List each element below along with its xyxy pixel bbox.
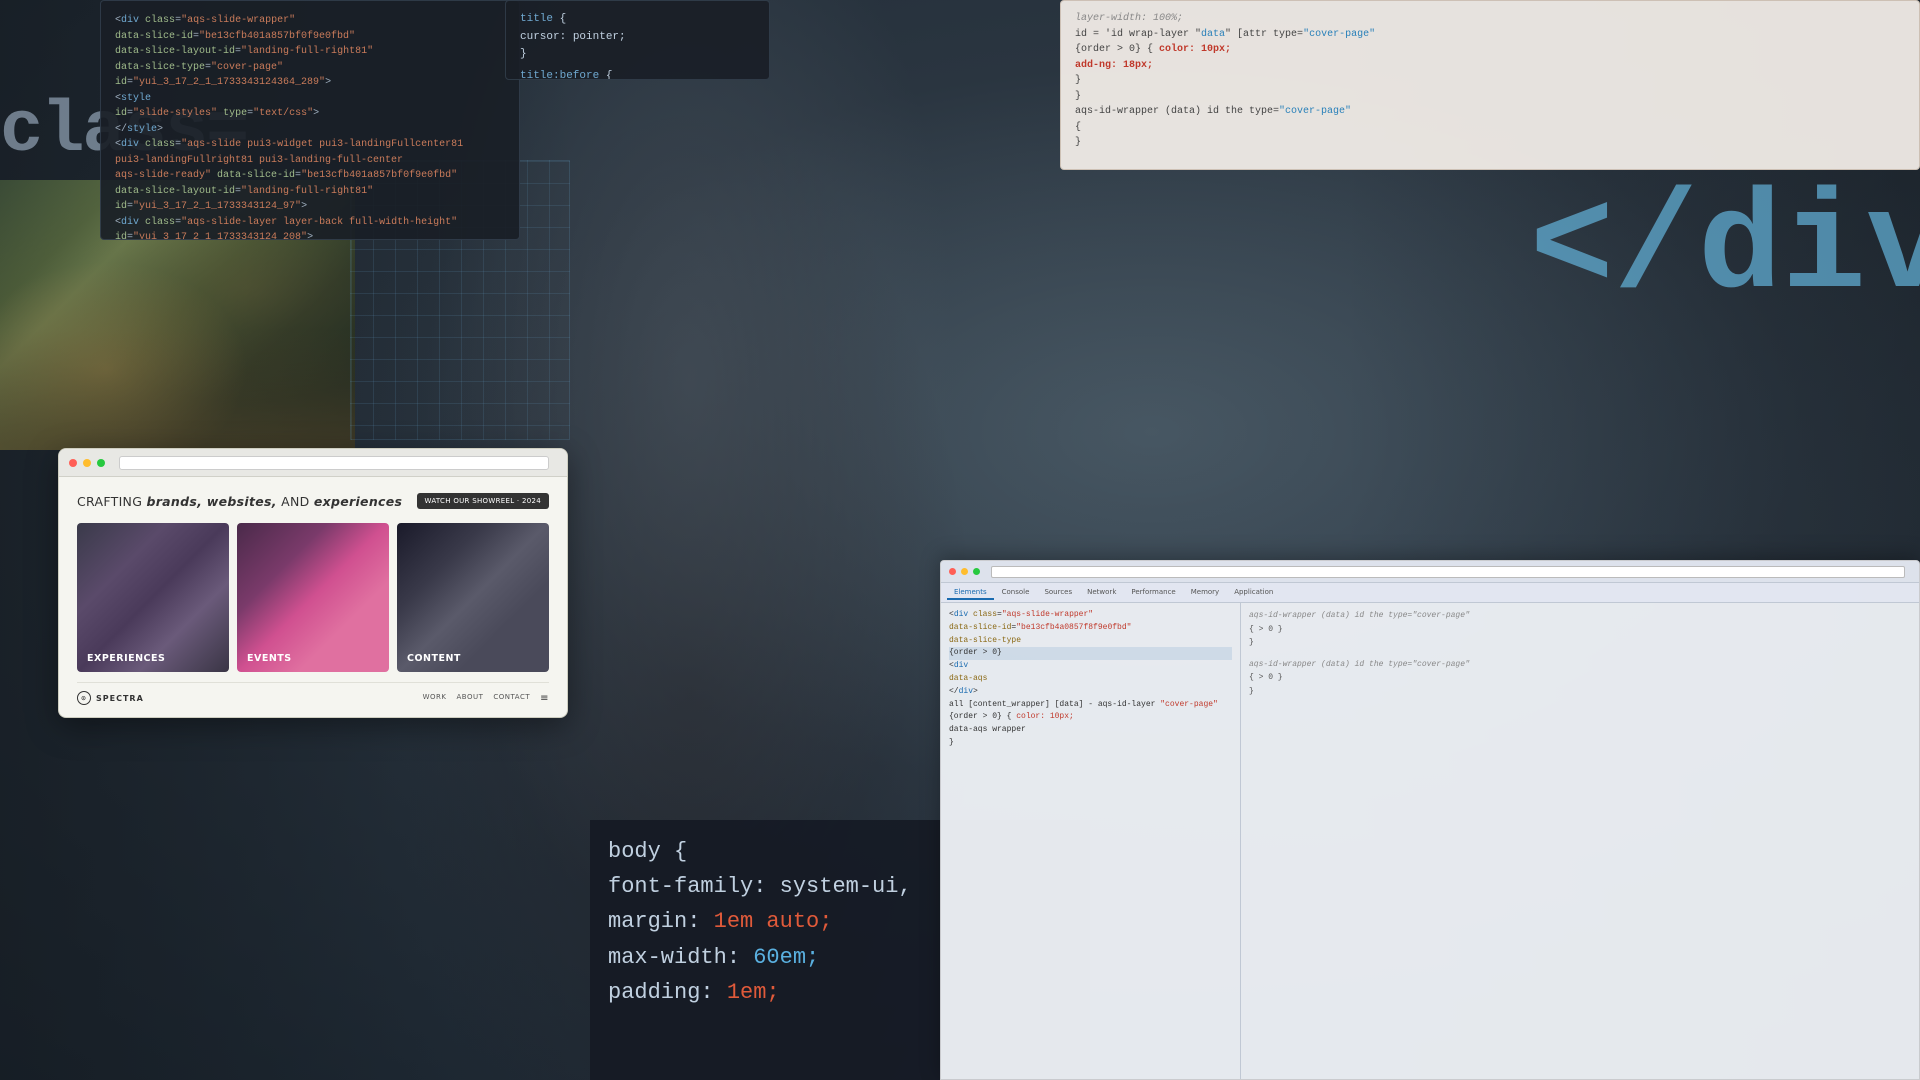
code-panel-top-center: title { cursor: pointer; } title:before … xyxy=(505,0,770,80)
website-mockup-panel[interactable]: CRAFTING brands, websites, AND experienc… xyxy=(58,448,568,718)
code-line: <style xyxy=(115,91,505,107)
devtools-dot-red xyxy=(949,568,956,575)
watch-showreel-button[interactable]: WATCH OUR SHOWREEL · 2024 xyxy=(417,493,550,509)
devtools-css-panel: aqs-id-wrapper (data) id the type="cover… xyxy=(1241,603,1919,1079)
code-line: { > 0 } xyxy=(1249,623,1911,637)
code-line: } xyxy=(1249,685,1911,699)
code-line: </style> xyxy=(115,122,505,138)
code-line: { > 0 } xyxy=(1249,671,1911,685)
devtools-html-panel: <div class="aqs-slide-wrapper" data-slic… xyxy=(941,603,1241,1079)
code-line: } xyxy=(1075,73,1905,89)
code-line: <div class="aqs-slide-wrapper" xyxy=(115,13,505,29)
code-line: layer-width: 100%; xyxy=(1075,11,1905,27)
code-line: </div> xyxy=(949,686,1232,699)
browser-dot-green xyxy=(97,459,105,467)
tab-memory[interactable]: Memory xyxy=(1184,586,1226,600)
code-line: { xyxy=(1075,120,1905,136)
nav-about[interactable]: ABOUT xyxy=(457,693,484,704)
code-line: } xyxy=(1075,135,1905,151)
code-line: {order > 0} { color: 10px; xyxy=(1075,42,1905,58)
tab-performance[interactable]: Performance xyxy=(1124,586,1182,600)
code-line: } xyxy=(949,737,1232,750)
code-panel-top-right: layer-width: 100%; id = 'id wrap-layer "… xyxy=(1060,0,1920,170)
code-line: id="yui_3_17_2_1_1733343124_208"> xyxy=(115,230,505,240)
nav-contact[interactable]: CONTACT xyxy=(493,693,530,704)
code-line: id="slide-styles" type="text/css"> xyxy=(115,106,505,122)
devtools-tabs: Elements Console Sources Network Perform… xyxy=(941,583,1919,603)
nav-work[interactable]: WORK xyxy=(423,693,447,704)
mockup-headline-row: CRAFTING brands, websites, AND experienc… xyxy=(77,493,549,509)
devtools-title-bar xyxy=(941,561,1919,583)
code-line: id="yui_3_17_2_1_1733343124364_289"> xyxy=(115,75,505,91)
code-line: <div class="aqs-slide-wrapper" xyxy=(949,609,1232,622)
card-experiences-label: EXPERIENCES xyxy=(87,653,165,664)
code-line: data-slice-id="be13cfb4a0857f8f9e0fbd" xyxy=(949,622,1232,635)
browser-bar xyxy=(59,449,567,477)
tab-elements[interactable]: Elements xyxy=(947,586,994,600)
mockup-cards-row: EXPERIENCES EVENTS CONTENT xyxy=(77,523,549,672)
devtools-url-bar xyxy=(991,566,1905,578)
code-line: data-slice-type="cover-page" xyxy=(115,60,505,76)
code-line: <div class="aqs-slide pui3-widget pui3-l… xyxy=(115,137,505,153)
tab-console[interactable]: Console xyxy=(995,586,1037,600)
devtools-dot-green xyxy=(973,568,980,575)
code-line-selected: {order > 0} xyxy=(949,647,1232,660)
code-line: title:before { xyxy=(520,68,755,80)
mockup-headline-text: CRAFTING brands, websites, AND experienc… xyxy=(77,494,402,509)
code-line: id = 'id wrap-layer "data" [attr type="c… xyxy=(1075,27,1905,43)
code-line: } xyxy=(520,46,755,64)
code-line: data-slice-type xyxy=(949,635,1232,648)
code-line: data-aqs wrapper xyxy=(949,724,1232,737)
browser-dot-red xyxy=(69,459,77,467)
big-div-text: </div xyxy=(1530,170,1920,329)
card-events-label: EVENTS xyxy=(247,653,292,664)
hamburger-icon[interactable]: ≡ xyxy=(540,693,549,704)
code-line: } xyxy=(1075,89,1905,105)
code-line: <div class="aqs-slide-layer layer-back f… xyxy=(115,215,505,231)
logo-icon: ⊙ xyxy=(77,691,91,705)
card-events[interactable]: EVENTS xyxy=(237,523,389,672)
code-line: } xyxy=(1249,636,1911,650)
code-line: title { xyxy=(520,11,755,29)
browser-dot-yellow xyxy=(83,459,91,467)
tab-network[interactable]: Network xyxy=(1080,586,1123,600)
logo-text: SPECTRA xyxy=(96,694,144,703)
mockup-logo: ⊙ SPECTRA xyxy=(77,691,144,705)
mockup-nav: WORK ABOUT CONTACT ≡ xyxy=(423,693,549,704)
code-line: add-ng: 18px; xyxy=(1075,58,1905,74)
code-line: data-aqs xyxy=(949,673,1232,686)
code-line: data-slice-layout-id="landing-full-right… xyxy=(115,44,505,60)
code-line: id="yui_3_17_2_1_1733343124_97"> xyxy=(115,199,505,215)
code-line: cursor: pointer; xyxy=(520,29,755,47)
code-line: aqs-id-wrapper (data) id the type="cover… xyxy=(1249,658,1911,672)
code-line: pui3-landingFullright81 pui3-landing-ful… xyxy=(115,153,505,169)
code-line: aqs-id-wrapper (data) id the type="cover… xyxy=(1075,104,1905,120)
devtools-body: <div class="aqs-slide-wrapper" data-slic… xyxy=(941,603,1919,1079)
code-panel-top-left: <div class="aqs-slide-wrapper" data-slic… xyxy=(100,0,520,240)
card-content[interactable]: CONTENT xyxy=(397,523,549,672)
tab-sources[interactable]: Sources xyxy=(1037,586,1079,600)
code-line: aqs-id-wrapper (data) id the type="cover… xyxy=(1249,609,1911,623)
card-content-label: CONTENT xyxy=(407,653,461,664)
card-experiences[interactable]: EXPERIENCES xyxy=(77,523,229,672)
code-line: aqs-slide-ready" data-slice-id="be13cfb4… xyxy=(115,168,505,184)
devtools-panel: Elements Console Sources Network Perform… xyxy=(940,560,1920,1080)
mockup-footer: ⊙ SPECTRA WORK ABOUT CONTACT ≡ xyxy=(77,682,549,705)
browser-url-bar xyxy=(119,456,549,470)
code-line: data-slice-id="be13cfb401a857bf0f9e0fbd" xyxy=(115,29,505,45)
code-line: {order > 0} { color: 10px; xyxy=(949,711,1232,724)
mockup-content: CRAFTING brands, websites, AND experienc… xyxy=(59,477,567,717)
code-line: data-slice-layout-id="landing-full-right… xyxy=(115,184,505,200)
tab-application[interactable]: Application xyxy=(1227,586,1280,600)
code-line: <div xyxy=(949,660,1232,673)
code-line: all [content_wrapper] [data] - aqs-id-la… xyxy=(949,699,1232,712)
devtools-dot-yellow xyxy=(961,568,968,575)
